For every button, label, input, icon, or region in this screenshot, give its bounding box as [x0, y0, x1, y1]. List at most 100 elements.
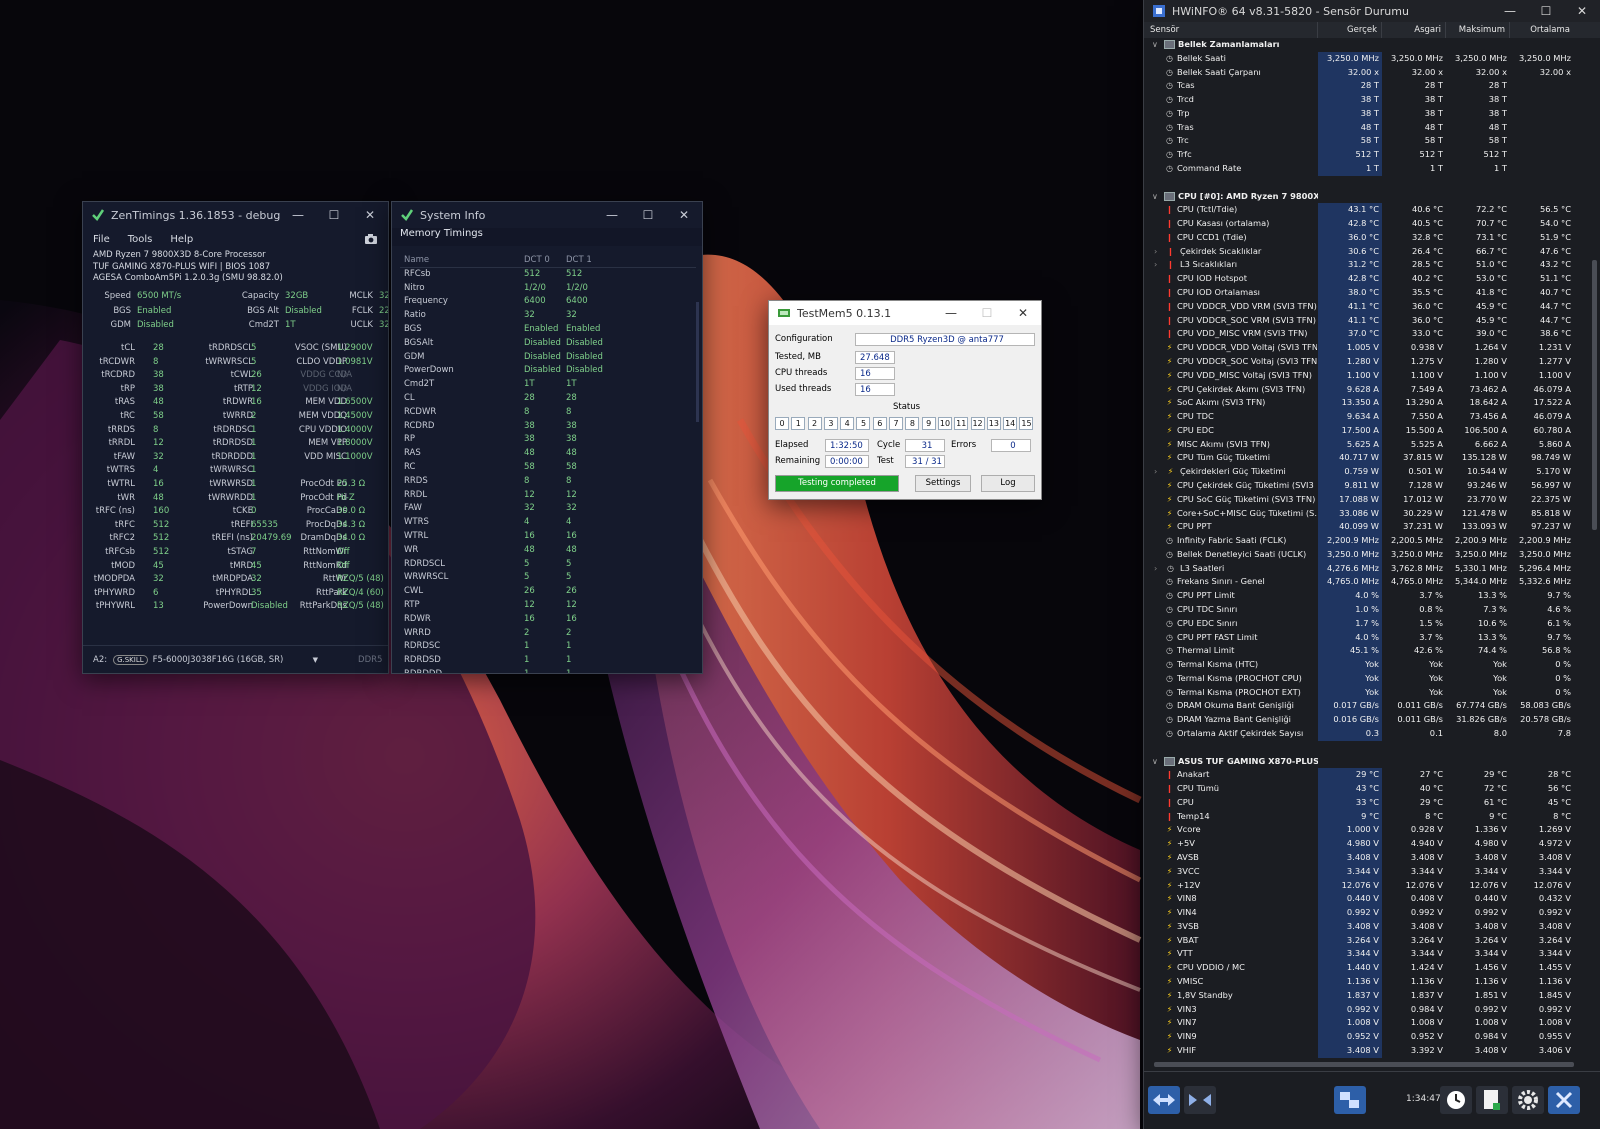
sensor-row[interactable]: ◷ CPU PPT Limit 4.0 % 3.7 % 13.3 % 9.7 %: [1144, 589, 1600, 603]
close-icon[interactable]: ✕: [1564, 4, 1600, 18]
configuration-field[interactable]: DDR5 Ryzen3D @ anta777: [855, 333, 1035, 346]
sensor-row[interactable]: ⚡ VMISC 1.136 V 1.136 V 1.136 V 1.136 V: [1144, 975, 1600, 989]
horizontal-scrollbar[interactable]: [1154, 1062, 1574, 1067]
sensor-row[interactable]: ❙ CPU IOD Hotspot 42.8 °C 40.2 °C 53.0 °C 51.…: [1144, 272, 1600, 287]
sensor-row[interactable]: ◷ Frekans Sınırı - Genel 4,765.0 MHz 4,765.…: [1144, 575, 1600, 590]
sensor-row[interactable]: ⚡ VIN3 0.992 V 0.984 V 0.992 V 0.992 V: [1144, 1002, 1600, 1017]
sensor-row[interactable]: ⚡ VIN9 0.952 V 0.952 V 0.984 V 0.955 V: [1144, 1030, 1600, 1044]
sensor-row[interactable]: ⚡ 1,8V Standby 1.837 V 1.837 V 1.851 V 1.845 …: [1144, 988, 1600, 1003]
col-avg[interactable]: Ortalama: [1510, 22, 1574, 38]
system-info-titlebar[interactable]: System Info — ☐ ✕: [392, 202, 702, 228]
expand-chevron-icon[interactable]: ›: [1154, 258, 1163, 272]
maximize-icon[interactable]: ☐: [630, 208, 666, 222]
gear-icon[interactable]: [1512, 1086, 1544, 1114]
sensor-row[interactable]: ⚡ CPU PPT 40.099 W 37.231 W 133.093 W 97.237 …: [1144, 520, 1600, 535]
expand-chevron-icon[interactable]: ›: [1154, 562, 1163, 576]
sensor-row[interactable]: ⚡ VIN8 0.440 V 0.408 V 0.440 V 0.432 V: [1144, 892, 1600, 907]
maximize-icon[interactable]: ☐: [969, 306, 1005, 320]
sensor-row[interactable]: ❙ CPU (Tctl/Tdie) 43.1 °C 40.6 °C 72.2 °C 56.…: [1144, 203, 1600, 218]
expand-chevron-icon[interactable]: ›: [1154, 245, 1163, 259]
sensor-row[interactable]: ◷ Ortalama Aktif Çekirdek Sayısı 0.3 0.1 8.0…: [1144, 727, 1600, 741]
sensor-row[interactable]: ⚡ CPU VDD_MISC Voltaj (SVI3 TFN) 1.100 V 1.…: [1144, 368, 1600, 383]
sensor-row[interactable]: ◷ CPU PPT FAST Limit 4.0 % 3.7 % 13.3 % 9.7 %: [1144, 630, 1600, 645]
sensor-row[interactable]: ◷ CPU TDC Sınırı 1.0 % 0.8 % 7.3 % 4.6 %: [1144, 602, 1600, 617]
vertical-scrollbar[interactable]: [1592, 260, 1597, 530]
sensor-row[interactable]: ❙ CPU CCD1 (Tdie) 36.0 °C 32.8 °C 73.1 °C 51.…: [1144, 230, 1600, 245]
col-max[interactable]: Maksimum: [1446, 22, 1510, 38]
sensor-row[interactable]: ⚡ CPU Çekirdek Akımı (SVI3 TFN) 9.628 A 7.5…: [1144, 382, 1600, 397]
sensor-row[interactable]: ❙ CPU IOD Ortalaması 38.0 °C 35.5 °C 41.8 °C…: [1144, 286, 1600, 300]
sensor-row[interactable]: ◷ Trc 58 T 58 T 58 T: [1144, 134, 1600, 149]
testmem5-titlebar[interactable]: TestMem5 0.13.1 — ☐ ✕: [769, 301, 1041, 325]
clock-icon[interactable]: [1440, 1086, 1472, 1114]
sensor-row[interactable]: ⚡ +12V 12.076 V 12.076 V 12.076 V 12.076 V: [1144, 878, 1600, 893]
testmem5-window[interactable]: TestMem5 0.13.1 — ☐ ✕ Configuration DDR5…: [768, 300, 1042, 500]
sensor-row[interactable]: ⚡ +5V 4.980 V 4.940 V 4.980 V 4.972 V: [1144, 837, 1600, 852]
sensor-row[interactable]: ◷ Termal Kısma (PROCHOT CPU) Yok Yok Yok 0 %: [1144, 671, 1600, 686]
sensor-row[interactable]: ⚡ Vcore 1.000 V 0.928 V 1.336 V 1.269 V: [1144, 823, 1600, 838]
sensor-row[interactable]: ◷ Bellek Saati Çarpanı 32.00 x 32.00 x 32.00…: [1144, 65, 1600, 80]
close-icon[interactable]: [1548, 1086, 1580, 1114]
sensor-row[interactable]: › ❙ Çekirdek Sıcaklıklar 30.6 °C 26.4 °C 66.7…: [1144, 244, 1600, 259]
sensor-group[interactable]: ∨ CPU [#0]: AMD Ryzen 7 9800X3D: Enhanced: [1144, 190, 1600, 204]
settings-button[interactable]: Settings: [915, 475, 971, 492]
sensor-row[interactable]: ⚡ CPU EDC 17.500 A 15.500 A 106.500 A 60.780 …: [1144, 423, 1600, 438]
sensor-row[interactable]: ⚡ VBAT 3.264 V 3.264 V 3.264 V 3.264 V: [1144, 933, 1600, 948]
sensor-row[interactable]: ◷ Termal Kısma (PROCHOT EXT) Yok Yok Yok 0 %: [1144, 685, 1600, 700]
sensor-row[interactable]: › ◷ L3 Saatleri 4,276.6 MHz 3,762.8 MHz 5,330…: [1144, 561, 1600, 576]
sensor-row[interactable]: ◷ CPU EDC Sınırı 1.7 % 1.5 % 10.6 % 6.1 %: [1144, 616, 1600, 631]
menu-file[interactable]: File: [93, 234, 110, 245]
camera-icon[interactable]: [364, 233, 378, 245]
sensor-row[interactable]: ◷ Tcas 28 T 28 T 28 T: [1144, 79, 1600, 94]
sensor-row[interactable]: ◷ DRAM Yazma Bant Genişliği 0.016 GB/s 0.01…: [1144, 713, 1600, 727]
col-sensor[interactable]: Sensör: [1144, 22, 1318, 38]
sensor-row[interactable]: ⚡ SoC Akımı (SVI3 TFN) 13.350 A 13.290 A 18.…: [1144, 396, 1600, 411]
minimize-icon[interactable]: —: [1492, 4, 1528, 18]
scrollbar[interactable]: [696, 302, 699, 422]
collapse-chevron-icon[interactable]: ∨: [1152, 38, 1158, 52]
sensor-row[interactable]: ⚡ 3VCC 3.344 V 3.344 V 3.344 V 3.344 V: [1144, 864, 1600, 879]
sensor-row[interactable]: › ❙ L3 Sıcaklıkları 31.2 °C 28.5 °C 51.0 °C 43…: [1144, 258, 1600, 273]
sensor-row[interactable]: ◷ Thermal Limit 45.1 % 42.6 % 74.4 % 56.8 %: [1144, 644, 1600, 659]
col-current[interactable]: Gerçek: [1318, 22, 1382, 38]
minimize-icon[interactable]: —: [280, 208, 316, 222]
sensor-row[interactable]: ❙ Temp14 9 °C 8 °C 9 °C 8 °C: [1144, 809, 1600, 824]
sensor-row[interactable]: ⚡ CPU VDDCR_VDD Voltaj (SVI3 TFN) 1.005 V 0…: [1144, 341, 1600, 355]
col-min[interactable]: Asgari: [1382, 22, 1446, 38]
sensor-row[interactable]: ◷ Command Rate 1 T 1 T 1 T: [1144, 162, 1600, 176]
sensor-row[interactable]: ⚡ VHIF 3.408 V 3.392 V 3.408 V 3.406 V: [1144, 1043, 1600, 1058]
hwinfo-titlebar[interactable]: HWiNFO® 64 v8.31-5820 - Sensör Durumu — …: [1144, 0, 1600, 22]
close-icon[interactable]: ✕: [666, 208, 702, 222]
sensor-row[interactable]: ⚡ 3VSB 3.408 V 3.408 V 3.408 V 3.408 V: [1144, 919, 1600, 934]
sensor-row[interactable]: ⚡ MISC Akımı (SVI3 TFN) 5.625 A 5.525 A 6.66…: [1144, 437, 1600, 452]
report-icon[interactable]: [1476, 1086, 1508, 1114]
sensor-row[interactable]: ⚡ AVSB 3.408 V 3.408 V 3.408 V 3.408 V: [1144, 851, 1600, 865]
minimize-icon[interactable]: —: [933, 306, 969, 320]
sensor-row[interactable]: ◷ DRAM Okuma Bant Genişliği 0.017 GB/s 0.01…: [1144, 699, 1600, 714]
sensor-row[interactable]: ⚡ CPU VDDCR_SOC Voltaj (SVI3 TFN) 1.280 V1…: [1144, 354, 1600, 369]
sensor-row[interactable]: ◷ Trfc 512 T 512 T 512 T: [1144, 148, 1600, 163]
sensor-row[interactable]: ◷ Trcd 38 T 38 T 38 T: [1144, 93, 1600, 107]
sensor-group[interactable]: ∨ Bellek Zamanlamaları: [1144, 38, 1600, 52]
sensor-row[interactable]: › ⚡ Çekirdekleri Güç Tüketimi 0.759 W 0.501 …: [1144, 465, 1600, 479]
sensor-row[interactable]: ⚡ CPU SoC Güç Tüketimi (SVI3 TFN) 17.088 W…: [1144, 492, 1600, 507]
chevron-down-icon[interactable]: ▼: [313, 656, 318, 664]
collapse-chevron-icon[interactable]: ∨: [1152, 190, 1158, 204]
close-icon[interactable]: ✕: [1005, 306, 1041, 320]
sensor-row[interactable]: ❙ CPU Kasası (ortalama) 42.8 °C 40.5 °C 70.7…: [1144, 217, 1600, 231]
expand-arrows-icon[interactable]: [1148, 1086, 1180, 1114]
sensor-row[interactable]: ⚡ CPU VDDIO / MC 1.440 V 1.424 V 1.456 V 1.45…: [1144, 961, 1600, 976]
sensor-row[interactable]: ◷ Bellek Saati 3,250.0 MHz 3,250.0 MHz 3,250…: [1144, 51, 1600, 66]
zentimings-window[interactable]: ZenTimings 1.36.1853 - debug — ☐ ✕ File …: [82, 201, 389, 674]
expand-chevron-icon[interactable]: ›: [1154, 465, 1163, 479]
sensor-group[interactable]: ∨ ASUS TUF GAMING X870-PLUS WIFI (Nuvoton…: [1144, 755, 1600, 769]
network-icon[interactable]: [1334, 1086, 1366, 1114]
sensor-row[interactable]: ⚡ CPU Çekirdek Güç Tüketimi (SVI3 ... 9.81…: [1144, 478, 1600, 493]
log-button[interactable]: Log: [981, 475, 1035, 492]
hwinfo-window[interactable]: HWiNFO® 64 v8.31-5820 - Sensör Durumu — …: [1143, 0, 1600, 1129]
menu-tools[interactable]: Tools: [128, 234, 153, 245]
system-info-window[interactable]: System Info — ☐ ✕ Memory Timings Name DC…: [391, 201, 703, 674]
module-select[interactable]: F5-6000J3038F16G (16GB, SR): [153, 655, 313, 665]
sensor-row[interactable]: ⚡ VIN4 0.992 V 0.992 V 0.992 V 0.992 V: [1144, 906, 1600, 920]
sensor-row[interactable]: ❙ CPU Tümü 43 °C 40 °C 72 °C 56 °C: [1144, 782, 1600, 796]
